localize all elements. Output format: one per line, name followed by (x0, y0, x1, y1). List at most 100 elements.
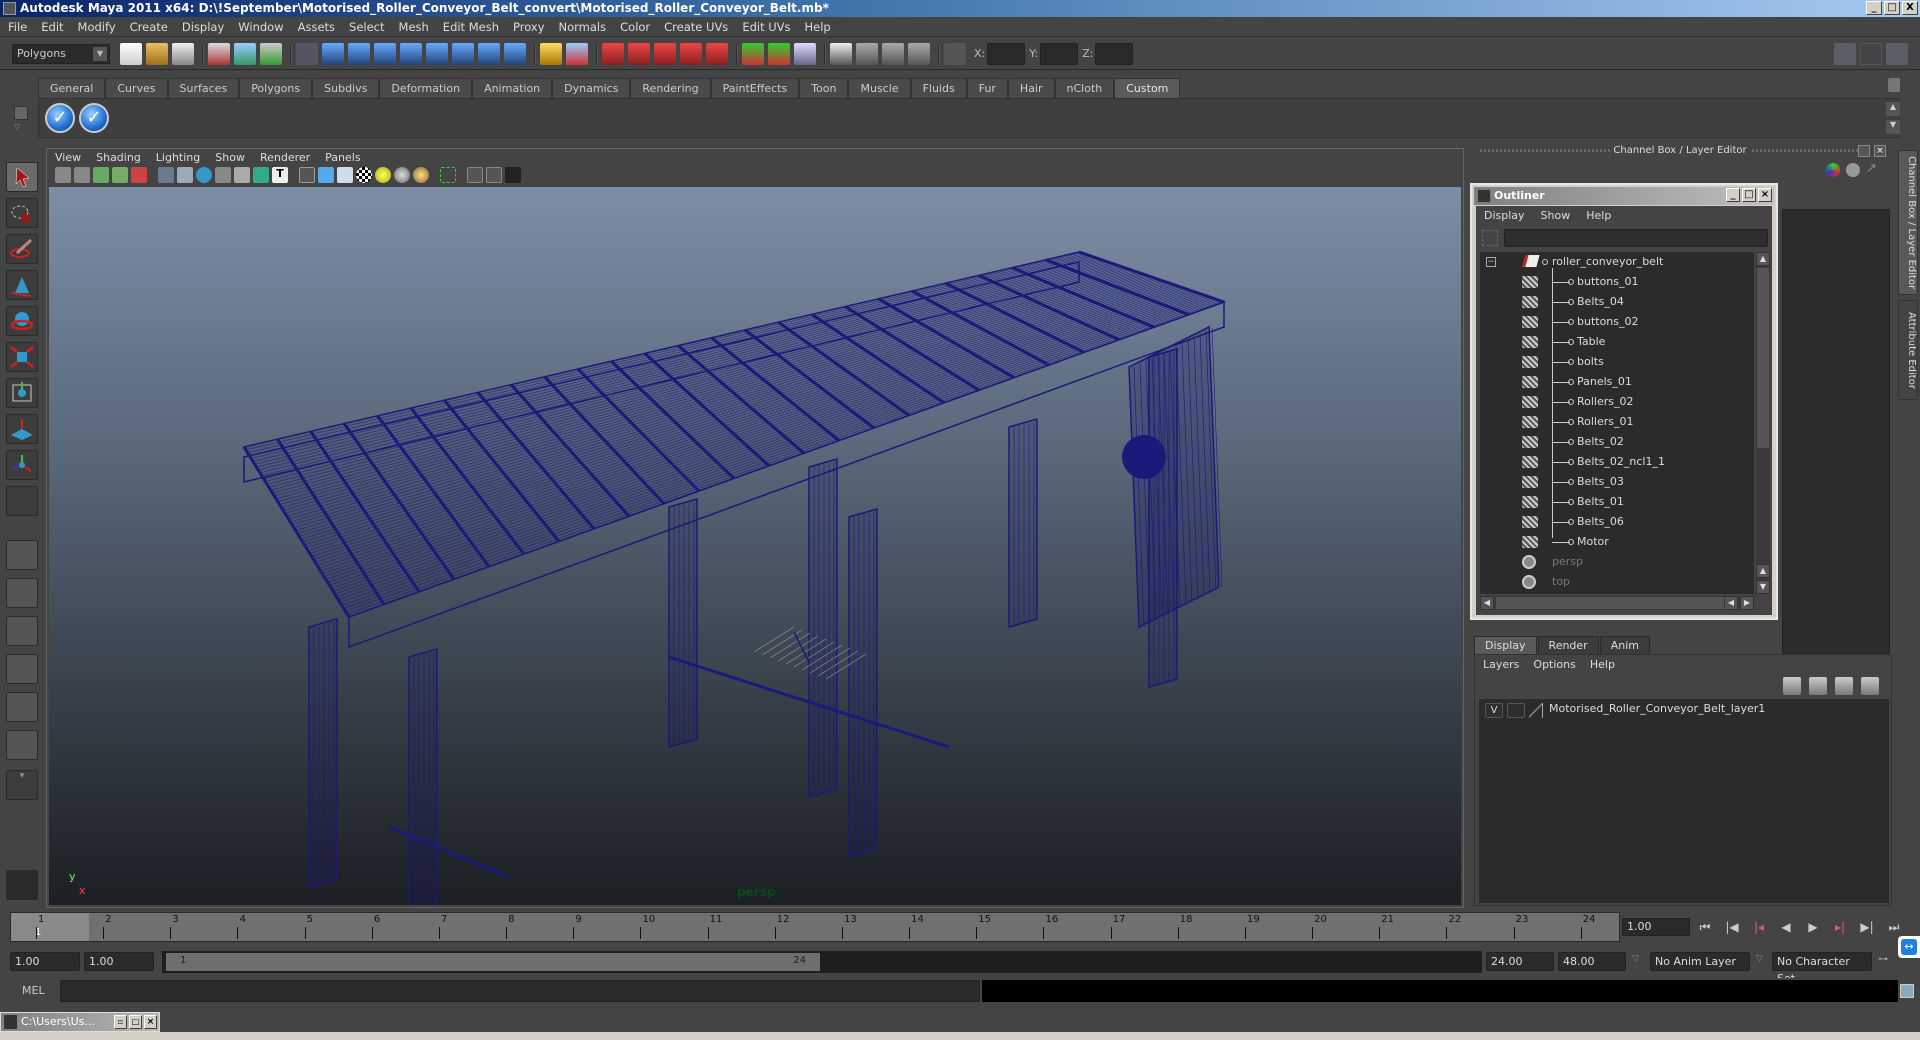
transform-field-mode-icon[interactable] (944, 42, 966, 65)
select-tool[interactable] (6, 162, 38, 192)
shelf-tab-dynamics[interactable]: Dynamics (552, 78, 631, 98)
shelf-tab-muscle[interactable]: Muscle (848, 78, 911, 98)
outliner-title-bar[interactable]: Outliner _ □ × (1474, 187, 1774, 205)
shelf-tab-subdivs[interactable]: Subdivs (312, 78, 380, 98)
layer-tab-anim[interactable]: Anim (1599, 636, 1650, 654)
show-manipulator-tool[interactable] (6, 450, 38, 480)
shelf-tab-curves[interactable]: Curves (105, 78, 168, 98)
ipr-render-icon[interactable] (882, 42, 904, 65)
viewport-menu-panels[interactable]: Panels (325, 151, 360, 165)
xray-joints-icon[interactable] (505, 167, 521, 183)
safe-title-icon[interactable]: T (272, 167, 288, 183)
shelf-tab-general[interactable]: General (38, 78, 106, 98)
four-view-layout-icon[interactable] (6, 578, 38, 608)
snap-view-plane-icon[interactable] (680, 42, 702, 65)
outliner-camera-item[interactable]: persp (1480, 552, 1754, 572)
new-layer-from-selected-icon[interactable] (1861, 677, 1879, 695)
isolate-select-icon[interactable] (467, 167, 483, 183)
close-button[interactable]: × (144, 1015, 157, 1029)
outliner-item[interactable]: Belts_02 (1480, 432, 1754, 452)
menu-create-uvs[interactable]: Create UVs (664, 20, 728, 34)
anim-layer-dropdown[interactable]: No Anim Layer (1650, 952, 1750, 971)
minimize-button[interactable]: _ (1726, 188, 1740, 202)
single-perspective-layout-icon[interactable] (6, 540, 38, 570)
shelf-scroll-up-icon[interactable]: ▲ (1886, 102, 1900, 116)
layout-more-icon[interactable]: ▾ (6, 770, 38, 800)
output-ops-icon[interactable] (768, 42, 790, 65)
move-layer-down-icon[interactable] (1809, 677, 1827, 695)
safe-action-icon[interactable] (253, 167, 269, 183)
viewport-menu-shading[interactable]: Shading (96, 151, 141, 165)
scroll-up-icon[interactable]: ▲ (1756, 252, 1770, 266)
remote-control-badge[interactable]: ↔ (1898, 936, 1920, 958)
outliner-camera-item[interactable]: top (1480, 572, 1754, 592)
snap-grid-icon[interactable] (602, 42, 624, 65)
viewport-menu-show[interactable]: Show (215, 151, 245, 165)
scroll-left-icon[interactable]: ◀ (1480, 596, 1494, 610)
highlight-selection-icon[interactable] (566, 42, 588, 65)
gate-mask-icon[interactable] (215, 167, 231, 183)
menu-mesh[interactable]: Mesh (399, 20, 429, 34)
xray-icon[interactable] (486, 167, 502, 183)
outliner-menu-help[interactable]: Help (1586, 209, 1611, 222)
render-current-icon[interactable] (856, 42, 878, 65)
attribute-editor-toggle-icon[interactable] (1834, 42, 1856, 65)
outliner-vertical-scrollbar[interactable]: ▲ ▲ ▼ (1756, 252, 1770, 594)
outliner-item[interactable]: Belts_01 (1480, 492, 1754, 512)
3d-viewport[interactable]: y x persp (49, 187, 1461, 905)
drag-handle[interactable] (1752, 149, 1870, 152)
select-by-dynamics-icon[interactable] (452, 42, 474, 65)
step-back-frame-icon[interactable]: |◂ (1750, 918, 1768, 936)
select-object-icon[interactable] (234, 42, 256, 65)
scroll-right-icon[interactable]: ▶ (1740, 596, 1754, 610)
menu-edit[interactable]: Edit (41, 20, 63, 34)
checkmark-icon[interactable]: ✓ (45, 103, 75, 133)
conveyor-wireframe-model[interactable] (49, 187, 1461, 905)
paint-select-tool[interactable] (6, 234, 38, 264)
construction-history-icon[interactable] (794, 42, 816, 65)
scroll-up-icon[interactable]: ▲ (1756, 564, 1770, 578)
checkmark-icon[interactable]: ✓ (79, 103, 109, 133)
trash-icon[interactable] (1888, 78, 1900, 92)
persp-outliner-layout-icon[interactable] (6, 616, 38, 646)
key-icon[interactable]: ⊶ (1878, 954, 1888, 965)
outliner-menu-show[interactable]: Show (1541, 209, 1571, 222)
menu-display[interactable]: Display (182, 20, 224, 34)
animation-start-field[interactable]: 1.00 (10, 952, 80, 971)
select-hierarchy-icon[interactable] (208, 42, 230, 65)
scroll-left-icon[interactable]: ◀ (1724, 596, 1738, 610)
shelf-dropdown-icon[interactable]: ▽ (14, 122, 20, 131)
y-field[interactable] (1040, 42, 1079, 65)
outliner-item[interactable]: Rollers_01 (1480, 412, 1754, 432)
minimize-button[interactable]: _ (1866, 1, 1882, 15)
menu-help[interactable]: Help (805, 20, 831, 34)
viewport-menu-lighting[interactable]: Lighting (156, 151, 200, 165)
time-slider[interactable]: 1 1 2 3 4 5 6 7 8 9 10 11 12 13 14 15 16 17 18 19 20 21 22 23 2… (10, 912, 1620, 942)
xray-select-icon[interactable] (440, 167, 456, 183)
menu-select[interactable]: Select (349, 20, 384, 34)
outliner-item[interactable]: Belts_06 (1480, 512, 1754, 532)
shelf-tab-custom[interactable]: Custom (1114, 78, 1181, 98)
maximize-button[interactable]: □ (1884, 1, 1900, 15)
select-by-rendering-icon[interactable] (478, 42, 500, 65)
channel-box-toggle-icon[interactable] (1886, 42, 1908, 65)
outliner-item-root[interactable]: − roller_conveyor_belt (1480, 252, 1754, 272)
outliner-item[interactable]: Panels_01 (1480, 372, 1754, 392)
layer-type-toggle[interactable] (1507, 703, 1525, 718)
shelf-tab-fluids[interactable]: Fluids (910, 78, 967, 98)
maximize-button[interactable]: □ (129, 1015, 142, 1029)
lasso-tool[interactable] (6, 198, 38, 228)
outliner-item[interactable]: Rollers_02 (1480, 392, 1754, 412)
scale-tool[interactable] (6, 342, 38, 372)
outliner-horizontal-scrollbar[interactable]: ◀ ◀ ▶ (1480, 596, 1754, 610)
layer-visibility-toggle[interactable]: V (1485, 703, 1503, 718)
shelf-menu-icon[interactable] (14, 106, 28, 120)
grid-icon[interactable] (158, 167, 174, 183)
select-by-handles-icon[interactable] (322, 42, 344, 65)
high-quality-icon[interactable] (413, 167, 429, 183)
smooth-shade-icon[interactable] (318, 167, 334, 183)
play-backward-icon[interactable]: ◀ (1777, 918, 1795, 936)
close-icon[interactable]: × (1874, 145, 1886, 157)
wireframe-icon[interactable] (299, 167, 315, 183)
script-editor-icon[interactable] (1900, 984, 1914, 998)
